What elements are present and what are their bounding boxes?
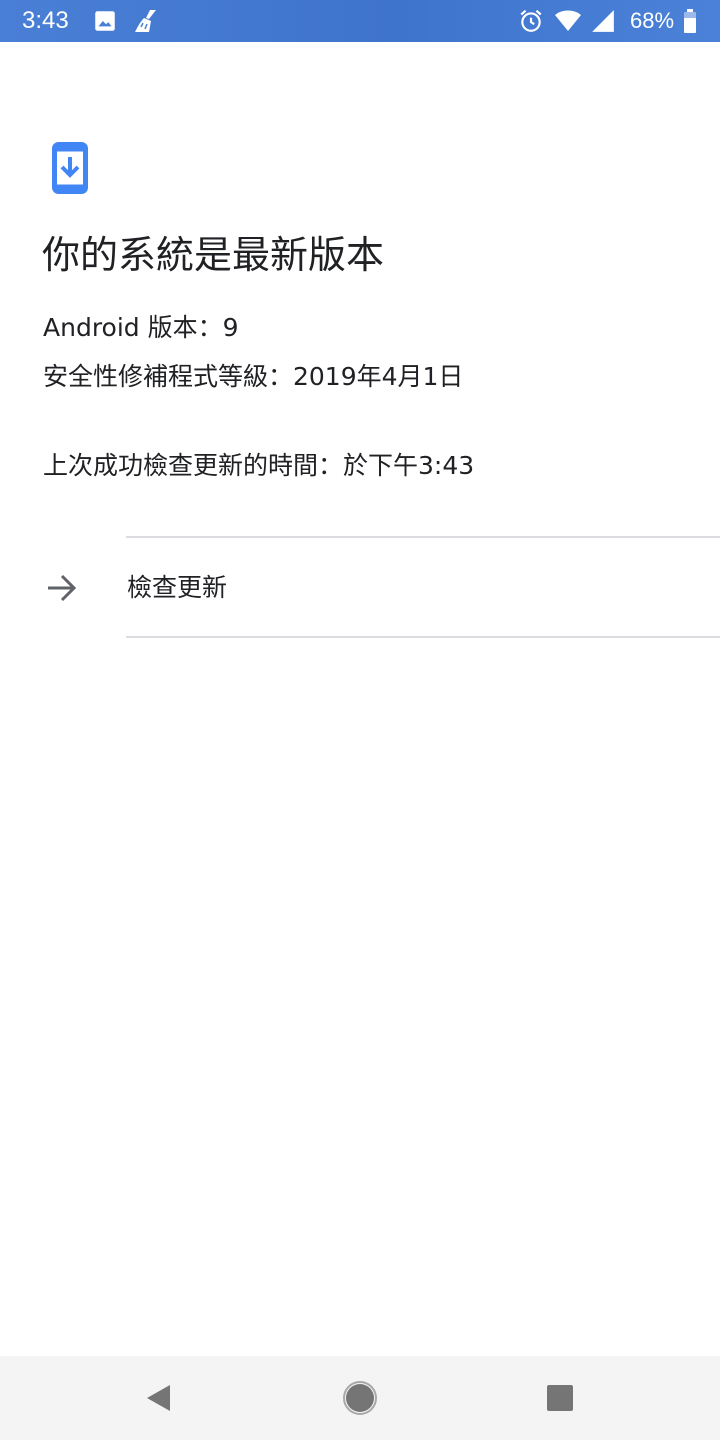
security-patch-text: 安全性修補程式等級：2019年4月1日: [43, 362, 464, 391]
check-update-button[interactable]: 檢查更新: [0, 540, 720, 636]
check-update-label: 檢查更新: [127, 573, 228, 602]
back-icon[interactable]: [138, 1376, 182, 1420]
screen: 3:43 68% 你的系統是最新版本 Android 版本：9 安全性修補程式等…: [0, 0, 720, 1440]
status-bar: 3:43 68%: [0, 0, 720, 42]
cleaner-broom-icon: [132, 8, 158, 34]
navigation-bar: [0, 1356, 720, 1440]
arrow-right-icon: [46, 573, 78, 603]
divider-bottom: [126, 636, 720, 638]
cell-signal-icon: [590, 8, 616, 34]
status-time: 3:43: [22, 7, 69, 34]
battery-percent: 68%: [630, 8, 675, 33]
home-icon[interactable]: [338, 1376, 382, 1420]
system-update-icon: [52, 142, 88, 194]
android-version-text: Android 版本：9: [43, 313, 239, 342]
page-title: 你的系統是最新版本: [42, 233, 385, 277]
wifi-icon: [554, 8, 581, 34]
recents-icon[interactable]: [538, 1376, 582, 1420]
divider-top: [126, 536, 720, 538]
image-icon: [92, 8, 118, 34]
battery-icon: [682, 8, 698, 34]
alarm-icon: [518, 8, 544, 34]
last-check-text: 上次成功檢查更新的時間：於下午3:43: [43, 451, 475, 480]
